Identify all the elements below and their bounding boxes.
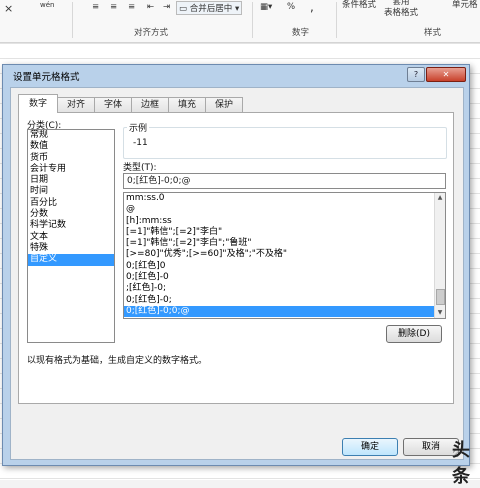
- sample-label: 示例: [127, 121, 150, 134]
- increase-indent-icon[interactable]: ⇥: [163, 2, 170, 12]
- merge-center-button[interactable]: ▭ 合并后居中 ▾: [176, 1, 243, 15]
- scroll-up-icon[interactable]: ▲: [435, 193, 445, 203]
- tab-number[interactable]: 数字: [18, 94, 58, 113]
- tab-border[interactable]: 边框: [131, 97, 169, 113]
- table-format-button[interactable]: 套用 表格格式: [384, 0, 418, 19]
- phonetic-button[interactable]: wén: [40, 1, 54, 9]
- format-item[interactable]: mm:ss.0: [124, 193, 445, 204]
- decrease-indent-icon[interactable]: ⇤: [147, 2, 154, 12]
- group-label-number: 数字: [292, 28, 310, 38]
- category-listbox[interactable]: 常规 数值 货币 会计专用 日期 时间 百分比 分数 科学记数 文本 特殊 自定…: [27, 129, 115, 343]
- format-item[interactable]: 0;[红色]-0: [124, 272, 445, 283]
- delete-button[interactable]: 删除(D): [386, 325, 442, 343]
- category-item[interactable]: 文本: [28, 232, 114, 243]
- format-item[interactable]: @: [124, 204, 445, 215]
- align-right-icon[interactable]: ≡: [128, 2, 135, 12]
- tab-fill[interactable]: 填充: [168, 97, 206, 113]
- merge-label: 合并后居中: [189, 4, 233, 14]
- dialog-client: 数字 对齐 字体 边框 填充 保护 分类(C): 常规 数值 货币 会计专用 日…: [10, 87, 464, 460]
- percent-button[interactable]: %: [287, 2, 295, 12]
- category-item-selected[interactable]: 自定义: [28, 254, 114, 266]
- format-cells-dialog: 设置单元格格式 ? ✕ 数字 对齐 字体 边框 填充 保护 分类(C): 常规 …: [2, 64, 470, 466]
- group-label-style: 样式: [424, 28, 442, 38]
- category-item[interactable]: 特殊: [28, 243, 114, 254]
- cell-style-button[interactable]: 单元格: [452, 0, 478, 10]
- format-item[interactable]: [=1]"韩信";[=2]"李白";"鲁班": [124, 238, 445, 249]
- currency-icon[interactable]: ▦▾: [260, 2, 272, 12]
- cancel-button[interactable]: 取消: [403, 438, 459, 456]
- help-button[interactable]: ?: [407, 67, 425, 82]
- format-listbox[interactable]: mm:ss.0 @ [h]:mm:ss [=1]"韩信";[=2]"李白" [=…: [123, 192, 446, 319]
- category-item[interactable]: 会计专用: [28, 164, 114, 175]
- tab-font[interactable]: 字体: [94, 97, 132, 113]
- chevron-down-icon: ▾: [234, 4, 240, 14]
- scroll-down-icon[interactable]: ▼: [435, 308, 445, 318]
- format-item-selected[interactable]: 0;[红色]-0;0;@: [124, 305, 445, 318]
- type-label: 类型(T):: [123, 163, 157, 173]
- format-item[interactable]: [>=80]"优秀";[>=60]"及格";"不及格": [124, 249, 445, 260]
- format-description: 以现有格式为基础，生成自定义的数字格式。: [27, 356, 208, 366]
- merge-icon: ▭: [179, 4, 188, 14]
- sample-value: -11: [133, 138, 148, 148]
- category-item[interactable]: 常规: [28, 130, 114, 141]
- number-tab-panel: 分类(C): 常规 数值 货币 会计专用 日期 时间 百分比 分数 科学记数 文…: [18, 112, 454, 404]
- close-icon[interactable]: ✕: [426, 67, 466, 82]
- align-left-icon[interactable]: ≡: [92, 2, 99, 12]
- ribbon-separator: [72, 2, 73, 38]
- category-item[interactable]: 货币: [28, 153, 114, 164]
- scroll-thumb[interactable]: [436, 289, 445, 305]
- tab-protection[interactable]: 保护: [205, 97, 243, 113]
- format-scrollbar[interactable]: ▲ ▼: [434, 193, 445, 318]
- sample-group: [123, 127, 447, 159]
- format-item[interactable]: ;[红色]-0;: [124, 283, 445, 294]
- clear-icon[interactable]: ×: [4, 2, 13, 15]
- watermark-logo: 头条: [452, 440, 470, 487]
- format-item[interactable]: [h]:mm:ss: [124, 216, 445, 227]
- category-item[interactable]: 数值: [28, 141, 114, 152]
- category-item[interactable]: 百分比: [28, 198, 114, 209]
- ribbon-separator: [252, 2, 253, 38]
- conditional-format-button[interactable]: 条件格式: [342, 0, 376, 10]
- format-item[interactable]: 0;[红色]-0;: [124, 295, 445, 306]
- ok-button[interactable]: 确定: [342, 438, 398, 456]
- format-item[interactable]: 0;[红色]0: [124, 261, 445, 272]
- format-item[interactable]: [=1]"韩信";[=2]"李白": [124, 227, 445, 238]
- category-item[interactable]: 分数: [28, 209, 114, 220]
- dialog-title: 设置单元格格式: [13, 72, 80, 83]
- category-item[interactable]: 日期: [28, 175, 114, 186]
- ribbon: wén × ≡ ≡ ≡ ⇤ ⇥ ▭ 合并后居中 ▾ 对齐方式 ▦▾ % , 数字…: [0, 0, 480, 43]
- group-label-align: 对齐方式: [134, 28, 169, 38]
- tab-alignment[interactable]: 对齐: [57, 97, 95, 113]
- ribbon-separator: [336, 2, 337, 38]
- category-item[interactable]: 科学记数: [28, 220, 114, 231]
- align-center-icon[interactable]: ≡: [110, 2, 117, 12]
- comma-button[interactable]: ,: [310, 0, 314, 14]
- type-input[interactable]: 0;[红色]-0;0;@: [123, 173, 446, 189]
- category-item[interactable]: 时间: [28, 186, 114, 197]
